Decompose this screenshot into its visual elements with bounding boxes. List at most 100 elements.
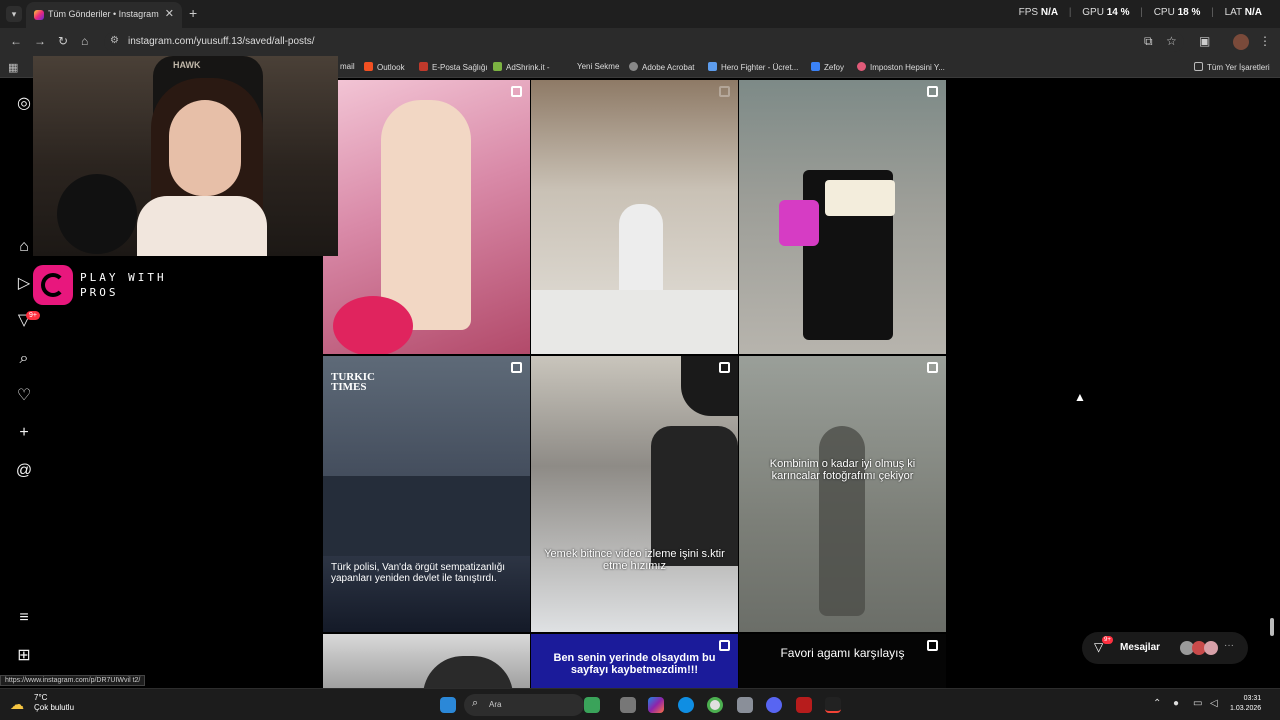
tab-close-icon[interactable]: ✕ <box>165 7 174 20</box>
network-icon[interactable]: ▭ <box>1193 698 1202 709</box>
bookmark-star-icon[interactable]: ☆ <box>1166 34 1177 48</box>
create-plus-icon[interactable]: + <box>14 423 34 443</box>
weather-temp: 7°C <box>34 693 48 702</box>
site-info-icon[interactable]: ⚙ <box>110 35 119 46</box>
more-menu-icon[interactable]: ≡ <box>14 608 34 628</box>
tab-title: Tüm Gönderiler • Instagram <box>48 9 159 19</box>
edge-icon[interactable] <box>678 697 694 713</box>
bookmark-mail[interactable]: mail <box>340 62 355 71</box>
messages-button[interactable]: ▽ 9+ Mesajlar ··· <box>1082 632 1248 664</box>
instagram-favicon-icon <box>34 10 44 20</box>
bookmark-eposta[interactable]: E-Posta Sağlığı <box>419 62 488 72</box>
volume-icon[interactable]: ◁ <box>1210 698 1218 709</box>
address-bar[interactable]: ⚙ instagram.com/yuusuff.13/saved/all-pos… <box>104 32 1184 52</box>
cpu-value: 18 % <box>1177 7 1201 18</box>
saved-post-4[interactable]: TURKIC TIMES Türk polisi, Van'da örgüt s… <box>323 356 530 632</box>
eposta-icon <box>419 62 428 71</box>
extensions-icon[interactable]: ▣ <box>1199 34 1210 48</box>
reels-nav-icon[interactable]: ▷ <box>14 274 34 294</box>
brand-line-1: PLAY WITH <box>80 271 167 284</box>
tab-search-icon[interactable]: ▾ <box>6 6 22 22</box>
post-crowd <box>323 476 530 556</box>
search-nav-icon[interactable]: ⌕ <box>14 349 34 369</box>
gpu-value: 14 % <box>1106 7 1130 18</box>
windows-taskbar: ☁ 7°C Çok bulutlu ⌕ Ara ⌃ ● ▭ ◁ 03:31 1.… <box>0 688 1280 720</box>
home-icon[interactable]: ⌂ <box>81 34 88 48</box>
bookmark-all[interactable]: Tüm Yer İşaretleri <box>1194 62 1270 72</box>
chair-logo: HAWK <box>173 60 201 70</box>
weather-cloud-icon[interactable]: ☁ <box>10 696 24 713</box>
start-windows-icon[interactable] <box>440 697 456 713</box>
bookmark-adshrink[interactable]: AdShrink.it - <box>493 62 550 72</box>
forward-icon[interactable]: → <box>34 34 46 48</box>
discord-icon[interactable] <box>766 697 782 713</box>
home-nav-icon[interactable]: ⌂ <box>14 237 34 257</box>
lat-value: N/A <box>1244 7 1262 18</box>
saved-post-6[interactable]: Kombinim o kadar iyi olmuş ki karıncalar… <box>739 356 946 632</box>
page-scrollbar[interactable] <box>1270 618 1274 636</box>
also-from-meta-icon[interactable]: ⊞ <box>14 646 34 666</box>
settings-app-icon[interactable] <box>737 697 753 713</box>
reload-icon[interactable]: ↻ <box>58 34 68 48</box>
notifications-heart-icon[interactable]: ♡ <box>14 386 34 406</box>
microphone-icon[interactable]: ● <box>1173 698 1179 709</box>
messages-label: Mesajlar <box>1120 642 1161 653</box>
messages-badge: 9+ <box>26 311 40 320</box>
bookmark-imposton[interactable]: Imposton Hepsini Y... <box>857 62 945 72</box>
back-icon[interactable]: ← <box>10 34 22 48</box>
zefoy-icon <box>811 62 820 71</box>
url-text[interactable]: instagram.com/yuusuff.13/saved/all-posts… <box>128 36 315 47</box>
reel-icon <box>719 86 730 97</box>
saved-post-2[interactable] <box>531 80 738 354</box>
post-caption: Kombinim o kadar iyi olmuş ki karıncalar… <box>769 458 916 482</box>
menu-kebab-icon[interactable]: ⋮ <box>1259 34 1271 48</box>
gpu-label: GPU <box>1082 7 1104 18</box>
saved-post-7[interactable] <box>323 634 530 688</box>
app-green-icon[interactable] <box>584 697 600 713</box>
avatar <box>1204 641 1218 655</box>
saved-post-1[interactable] <box>323 80 530 354</box>
file-explorer-icon[interactable] <box>620 697 636 713</box>
new-tab-button[interactable]: + <box>189 5 197 21</box>
saved-post-9[interactable]: Favori agamı karşılayış <box>739 634 946 688</box>
taskbar-search[interactable]: ⌕ Ara <box>464 694 584 716</box>
system-clock[interactable]: 03:31 1.03.2026 <box>1230 694 1261 714</box>
tray-overflow-icon[interactable]: ⌃ <box>1153 698 1161 709</box>
saved-post-5[interactable]: Yemek bitince video izleme işini s.ktir … <box>531 356 738 632</box>
copilot-icon[interactable] <box>648 697 664 713</box>
weather-widget[interactable]: 7°C Çok bulutlu <box>34 693 74 713</box>
lat-label: LAT <box>1224 7 1242 18</box>
obs-app-icon[interactable] <box>825 697 841 713</box>
reel-icon <box>927 640 938 651</box>
post-caption: Yemek bitince video izleme işini s.ktir … <box>544 548 725 572</box>
saved-post-3[interactable] <box>739 80 946 354</box>
bookmark-yeni-sekme[interactable]: Yeni Sekme <box>577 62 619 71</box>
tab-instagram[interactable]: Tüm Gönderiler • Instagram ✕ <box>26 2 182 28</box>
adobe-icon <box>629 62 638 71</box>
brand-line-2: PROS <box>80 286 119 299</box>
saved-posts-grid: TURKIC TIMES Türk polisi, Van'da örgüt s… <box>323 80 947 688</box>
saved-post-8[interactable]: Ben senin yerinde olsaydım bu sayfayı ka… <box>531 634 738 688</box>
antivirus-icon[interactable] <box>796 697 812 713</box>
weather-desc: Çok bulutlu <box>34 703 75 712</box>
threads-icon[interactable]: @ <box>14 461 34 481</box>
post-jacket <box>651 426 738 566</box>
chrome-icon[interactable] <box>707 697 723 713</box>
apps-grid-icon[interactable]: ▦ <box>8 61 18 74</box>
profile-avatar[interactable] <box>1233 34 1249 50</box>
instagram-logo-icon[interactable]: ◎ <box>14 94 34 114</box>
bookmark-hero-fighter[interactable]: Hero Fighter - Ücret... <box>708 62 798 72</box>
bookmark-outlook[interactable]: Outlook <box>364 62 405 72</box>
bookmark-zefoy[interactable]: Zefoy <box>811 62 844 72</box>
reel-icon <box>511 362 522 373</box>
outlook-icon <box>364 62 373 71</box>
hero-fighter-icon <box>708 62 717 71</box>
post-caption: Ben senin yerinde olsaydım bu sayfayı ka… <box>553 652 716 676</box>
microphone-arm <box>57 174 137 254</box>
adshrink-icon <box>493 62 502 71</box>
play-with-pros-icon <box>33 265 73 305</box>
install-app-icon[interactable]: ⧉ <box>1144 34 1153 49</box>
webcam-overlay: HAWK <box>33 56 338 256</box>
browser-toolbar: ← → ↻ ⌂ ⚙ instagram.com/yuusuff.13/saved… <box>0 28 1280 56</box>
bookmark-adobe[interactable]: Adobe Acrobat <box>629 62 694 72</box>
